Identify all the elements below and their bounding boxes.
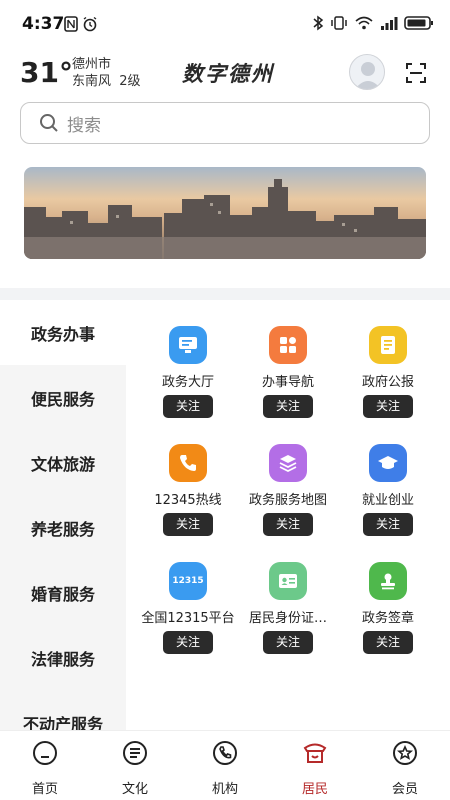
sidebar-item-label: 婚育服务 [30,584,95,604]
temperature: 31° [20,56,73,89]
sidebar-item-convenience[interactable]: 便民服务 [0,365,126,430]
follow-button[interactable]: 关注 [263,395,313,418]
layers-icon [269,444,307,482]
bottom-tab-bar: 首页 文化 机构 居民 会员 [0,730,450,800]
follow-button[interactable]: 关注 [363,395,413,418]
12315-icon-text: 12315 [172,576,204,586]
tab-label: 居民 [301,782,328,797]
sidebar-item-marriage-birth[interactable]: 婚育服务 [0,560,126,625]
wind-label: 东南风 2级 [72,74,141,89]
status-bar: 4:37 [0,0,450,48]
tab-label: 机构 [211,782,238,797]
sidebar-item-government-affairs[interactable]: 政务办事 [0,300,126,365]
service-label: 政务大厅 [161,375,214,389]
resident-icon [303,743,327,763]
tab-label: 文化 [121,782,148,797]
sidebar-item-elderly-care[interactable]: 养老服务 [0,495,126,560]
nfc-icon [64,16,78,32]
stamp-icon [369,562,407,600]
home-icon [33,741,57,765]
city-skyline-banner[interactable] [24,167,426,259]
follow-button[interactable]: 关注 [163,395,213,418]
service-label: 政府公报 [361,375,414,389]
service-item-employment[interactable]: 就业创业 关注 [338,436,438,536]
service-item-id-card[interactable]: 居民身份证… 关注 [238,554,338,654]
sidebar-item-label: 便民服务 [30,389,95,409]
tab-member[interactable]: 会员 [360,731,450,800]
follow-button[interactable]: 关注 [263,631,313,654]
search-bar[interactable]: 搜索 [20,102,430,144]
sidebar-item-label: 法律服务 [30,649,95,669]
service-label: 12345热线 [154,493,222,507]
service-item-navigation[interactable]: 办事导航 关注 [238,318,338,418]
service-item-gazette[interactable]: 政府公报 关注 [338,318,438,418]
tab-culture[interactable]: 文化 [90,731,180,800]
service-label: 政务服务地图 [248,493,327,507]
tab-label: 会员 [391,782,418,797]
grid-apps-icon [269,326,307,364]
follow-button[interactable]: 关注 [263,513,313,536]
id-card-icon [269,562,307,600]
user-icon [355,62,381,89]
tab-label: 首页 [31,782,58,797]
tab-home[interactable]: 首页 [0,731,90,800]
avatar[interactable] [349,54,385,90]
sidebar-item-culture-tourism[interactable]: 文体旅游 [0,430,126,495]
city-label: 德州市 [72,57,112,72]
battery-icon [404,16,433,30]
monitor-icon [169,326,207,364]
search-placeholder: 搜索 [67,115,101,136]
scan-icon[interactable] [405,62,427,84]
follow-button[interactable]: 关注 [163,513,213,536]
sidebar-item-legal[interactable]: 法律服务 [0,625,126,690]
alarm-icon [83,16,97,32]
weather-info: 德州市 东南风 2级 [72,56,141,90]
follow-button[interactable]: 关注 [363,513,413,536]
sidebar-item-label: 文体旅游 [30,454,95,474]
service-item-map[interactable]: 政务服务地图 关注 [238,436,338,536]
12315-icon: 12315 [169,562,207,600]
signal-icon [381,17,398,30]
tab-organization[interactable]: 机构 [180,731,270,800]
header: 31° 德州市 东南风 2级 数字德州 [0,52,450,96]
sidebar-item-label: 不动产服务 [22,714,103,731]
sidebar-item-label: 政务办事 [30,324,95,344]
service-label: 政务签章 [361,611,414,625]
phone-org-icon [213,741,237,765]
vibrate-icon [331,16,347,30]
service-label: 就业创业 [361,493,414,507]
service-item-12315[interactable]: 12315 全国12315平台 关注 [138,554,238,654]
follow-button[interactable]: 关注 [363,631,413,654]
culture-icon [123,741,147,765]
status-time: 4:37 [22,14,65,34]
service-item-hotline[interactable]: 12345热线 关注 [138,436,238,536]
service-label: 办事导航 [261,375,314,389]
sidebar-item-label: 养老服务 [30,519,95,539]
service-label: 居民身份证… [248,611,327,625]
member-icon [393,741,417,765]
search-icon [40,114,58,132]
sidebar-item-real-estate[interactable]: 不动产服务 [0,690,126,731]
tab-resident[interactable]: 居民 [270,731,360,800]
category-sidebar: 政务办事 便民服务 文体旅游 养老服务 婚育服务 法律服务 不动产服务 [0,300,126,730]
graduation-cap-icon [369,444,407,482]
skyline-image [24,167,426,259]
section-divider [0,288,450,300]
document-icon [369,326,407,364]
phone-icon [169,444,207,482]
service-label: 全国12315平台 [141,611,235,625]
service-item-signature[interactable]: 政务签章 关注 [338,554,438,654]
follow-button[interactable]: 关注 [163,631,213,654]
app-title: 数字德州 [182,61,274,86]
wifi-icon [355,16,373,30]
service-item-hall[interactable]: 政务大厅 关注 [138,318,238,418]
bluetooth-icon [313,15,324,31]
